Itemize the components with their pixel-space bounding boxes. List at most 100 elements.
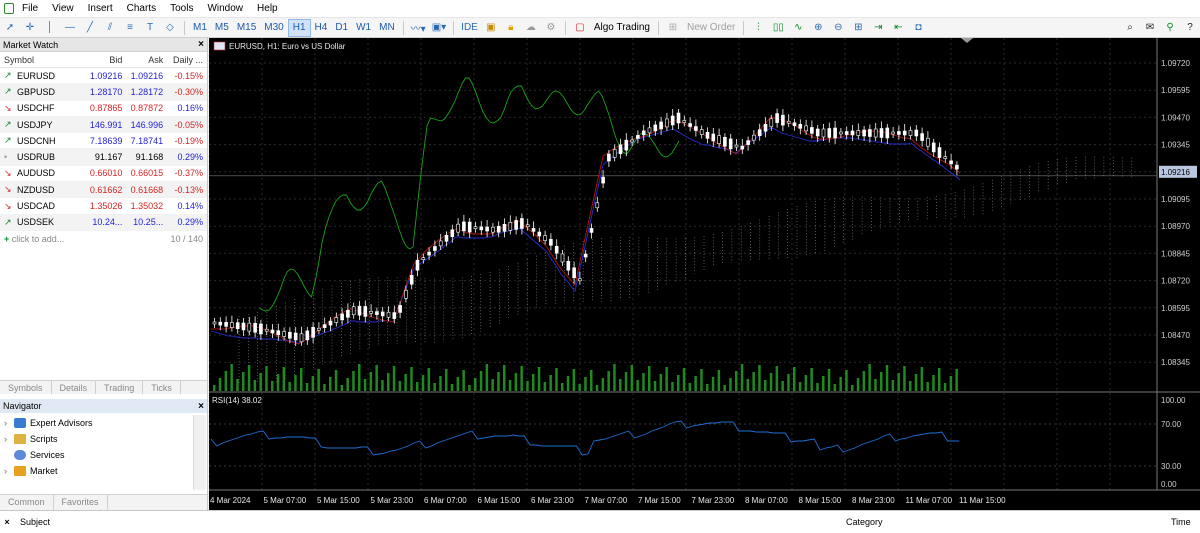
new-order-icon[interactable]: ⊞ [663, 19, 683, 37]
col-daily[interactable]: Daily ... [163, 55, 207, 65]
folder-icon [14, 434, 26, 444]
tab-ticks[interactable]: Ticks [143, 381, 181, 394]
shapes-icon[interactable]: ◇ [160, 19, 180, 37]
price-chart[interactable]: 1.09720 1.09595 1.09470 1.09345 1.09216 1.090… [208, 38, 1200, 510]
tab-details[interactable]: Details [52, 381, 97, 394]
tf-mn[interactable]: MN [375, 19, 399, 37]
channel-icon[interactable]: ⫽ [100, 19, 120, 37]
nav-services[interactable]: Services [4, 447, 65, 463]
tab-favorites[interactable]: Favorites [54, 495, 108, 510]
search-icon[interactable]: ⌕ [1120, 19, 1140, 37]
chart-shift-icon[interactable]: ⇤ [888, 19, 908, 37]
fibonacci-icon[interactable]: ≡ [120, 19, 140, 37]
trendline-icon[interactable]: ╱ [80, 19, 100, 37]
horizontal-line-icon[interactable]: ― [60, 19, 80, 37]
col-bid[interactable]: Bid [83, 55, 122, 65]
help-icon[interactable]: ? [1180, 19, 1200, 37]
algo-trading-icon[interactable]: ▢ [570, 19, 590, 37]
bid-cell: 146.991 [89, 119, 123, 130]
tf-d1[interactable]: D1 [331, 19, 352, 37]
symbol-cell: ↗ EURUSD [0, 70, 83, 81]
symbol-cell: ↗ USDJPY [0, 119, 83, 130]
cursor-icon[interactable]: ➚ [0, 19, 20, 37]
close-icon[interactable]: × [0, 517, 14, 527]
tf-m1[interactable]: M1 [189, 19, 211, 37]
market-watch-row[interactable]: ↘ AUDUSD 0.66010 0.66015 -0.37% [0, 166, 207, 183]
volume-bar [665, 367, 668, 391]
market-watch-row[interactable]: ↗ USDSEK 10.24... 10.25... 0.29% [0, 214, 207, 231]
new-order-button[interactable]: New Order [683, 22, 739, 33]
screenshot-icon[interactable]: ◘ [908, 19, 928, 37]
volume-bar [740, 364, 744, 391]
col-time[interactable]: Time [1171, 517, 1191, 527]
tf-w1[interactable]: W1 [352, 19, 375, 37]
line-chart-icon[interactable]: ∿ [788, 19, 808, 37]
market-watch-row[interactable]: ↘ USDCHF 0.87865 0.87872 0.16% [0, 101, 207, 117]
nav-label: Scripts [30, 434, 58, 444]
menu-view[interactable]: View [52, 3, 74, 14]
signals-icon[interactable]: ⚙ [541, 19, 561, 37]
col-subject[interactable]: Subject [20, 517, 846, 527]
candlestick-icon[interactable]: ▯▯ [768, 19, 788, 37]
tf-h4[interactable]: H4 [311, 19, 332, 37]
vertical-line-icon[interactable]: │ [40, 19, 60, 37]
account-level-icon[interactable]: ⚲ [1160, 19, 1180, 37]
market-watch-row[interactable]: ↘ NZDUSD 0.61662 0.61668 -0.13% [0, 182, 207, 199]
market-watch-row[interactable]: ↗ EURUSD 1.09216 1.09216 -0.15% [0, 68, 207, 85]
nav-scripts[interactable]: › Scripts [4, 431, 58, 447]
col-ask[interactable]: Ask [122, 55, 163, 65]
menu-file[interactable]: File [22, 3, 38, 14]
market-watch-row[interactable]: ↗ USDJPY 146.991 146.996 -0.05% [0, 116, 207, 134]
tf-m30[interactable]: M30 [260, 19, 287, 37]
time-tick-label: 7 Mar 07:00 [585, 496, 628, 505]
tab-common[interactable]: Common [0, 495, 54, 510]
market-watch-row[interactable]: • USDRUB 91.167 91.168 0.29% [0, 149, 207, 166]
ide-button[interactable]: IDE [458, 19, 481, 37]
tf-m5[interactable]: M5 [211, 19, 233, 37]
vps-cloud-icon[interactable]: ☁ [521, 19, 541, 37]
volume-bar [387, 373, 390, 391]
market-watch-row[interactable]: ↘ USDCAD 1.35026 1.35032 0.14% [0, 198, 207, 215]
text-tool-icon[interactable]: T [140, 19, 160, 37]
autoscroll-icon[interactable]: ⇥ [868, 19, 888, 37]
bar-chart-icon[interactable]: ⫶ [748, 19, 768, 37]
algo-trading-button[interactable]: Algo Trading [590, 22, 654, 33]
volume-bar [282, 367, 286, 391]
col-symbol[interactable]: Symbol [0, 55, 83, 65]
close-icon[interactable]: × [198, 39, 204, 50]
tile-windows-icon[interactable]: ⊞ [848, 19, 868, 37]
volume-bar [381, 380, 384, 391]
menu-tools[interactable]: Tools [170, 3, 193, 14]
zoom-out-icon[interactable]: ⊖ [828, 19, 848, 37]
tf-m15[interactable]: M15 [233, 19, 260, 37]
volume-bar [613, 364, 616, 391]
menu-charts[interactable]: Charts [127, 3, 156, 14]
menu-window[interactable]: Window [207, 3, 243, 14]
chart-window[interactable]: 1.09720 1.09595 1.09470 1.09345 1.09216 1.090… [208, 38, 1200, 510]
menu-help[interactable]: Help [257, 3, 278, 14]
volume-bar [398, 381, 402, 391]
market-watch-row[interactable]: ↗ USDCNH 7.18639 7.18741 -0.19% [0, 133, 207, 150]
crosshair-icon[interactable]: ✛ [20, 19, 40, 37]
lock-icon[interactable]: 🔒︎ [501, 19, 521, 37]
navigator-scrollbar[interactable] [193, 415, 206, 490]
tf-h1[interactable]: H1 [287, 18, 311, 37]
candle-body [665, 118, 669, 128]
market-icon[interactable]: ▣ [481, 19, 501, 37]
nav-market[interactable]: › Market [4, 463, 58, 479]
templates-icon[interactable]: ▣▾ [429, 19, 449, 37]
candle-body [583, 253, 588, 258]
close-icon[interactable]: × [198, 401, 204, 412]
tab-trading[interactable]: Trading [96, 381, 144, 394]
indicators-icon[interactable]: 〰▾ [408, 19, 429, 37]
zoom-in-icon[interactable]: ⊕ [808, 19, 828, 37]
menu-insert[interactable]: Insert [88, 3, 113, 14]
notifications-icon[interactable]: ✉ [1140, 19, 1160, 37]
volume-bar [474, 378, 477, 391]
tab-symbols[interactable]: Symbols [0, 381, 52, 394]
add-symbol[interactable]: + click to add... [4, 234, 64, 244]
market-watch-row[interactable]: ↗ GBPUSD 1.28170 1.28172 -0.30% [0, 84, 207, 101]
nav-expert-advisors[interactable]: › Expert Advisors [4, 415, 93, 431]
col-category[interactable]: Category [846, 517, 1171, 527]
candle-body [543, 235, 547, 241]
